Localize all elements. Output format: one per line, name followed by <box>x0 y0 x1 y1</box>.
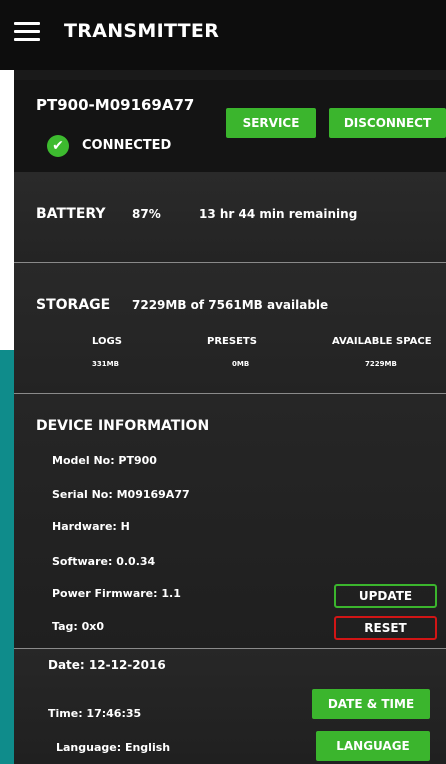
time-value: Time: 17:46:35 <box>48 707 142 720</box>
storage-column-logs: LOGS <box>92 336 122 347</box>
connection-status: CONNECTED <box>82 138 172 153</box>
update-button[interactable]: UPDATE <box>334 584 437 608</box>
model-number: Model No: PT900 <box>52 454 157 467</box>
storage-value-available: 7229MB <box>365 360 397 368</box>
date-value: Date: 12-12-2016 <box>48 658 166 672</box>
hardware-version: Hardware: H <box>52 520 130 533</box>
storage-column-presets: PRESETS <box>207 336 257 347</box>
settings-section: Date: 12-12-2016 Time: 17:46:35 Language… <box>14 649 446 764</box>
date-time-button[interactable]: DATE & TIME <box>312 689 430 719</box>
battery-remaining: 13 hr 44 min remaining <box>199 207 358 221</box>
check-circle-icon: ✔ <box>47 135 69 157</box>
disconnect-button[interactable]: DISCONNECT <box>329 108 446 138</box>
storage-column-available: AVAILABLE SPACE <box>332 336 432 347</box>
app-header: TRANSMITTER <box>0 0 446 70</box>
battery-percent: 87% <box>132 207 161 221</box>
language-value: Language: English <box>56 741 171 754</box>
hamburger-menu-icon[interactable] <box>14 22 40 42</box>
connection-section: PT900-M09169A77 ✔ CONNECTED SERVICE DISC… <box>14 80 446 172</box>
power-firmware-version: Power Firmware: 1.1 <box>52 587 181 600</box>
storage-summary: 7229MB of 7561MB available <box>132 298 329 312</box>
device-info-title: DEVICE INFORMATION <box>36 418 210 434</box>
service-button[interactable]: SERVICE <box>226 108 316 138</box>
language-button[interactable]: LANGUAGE <box>316 731 430 761</box>
transmitter-screen: TRANSMITTER PT900-M09169A77 ✔ CONNECTED … <box>0 0 446 764</box>
device-tag: Tag: 0x0 <box>52 620 105 633</box>
storage-section: STORAGE 7229MB of 7561MB available LOGS … <box>14 263 446 394</box>
storage-value-logs: 331MB <box>92 360 119 368</box>
battery-label: BATTERY <box>36 206 106 222</box>
reset-button[interactable]: RESET <box>334 616 437 640</box>
page-title: TRANSMITTER <box>64 20 220 42</box>
serial-number: Serial No: M09169A77 <box>52 488 190 501</box>
device-name: PT900-M09169A77 <box>36 96 195 114</box>
software-version: Software: 0.0.34 <box>52 555 156 568</box>
device-information-section: DEVICE INFORMATION Model No: PT900 Seria… <box>14 394 446 649</box>
storage-label: STORAGE <box>36 297 111 313</box>
battery-section: BATTERY 87% 13 hr 44 min remaining <box>14 172 446 263</box>
storage-value-presets: 0MB <box>232 360 250 368</box>
